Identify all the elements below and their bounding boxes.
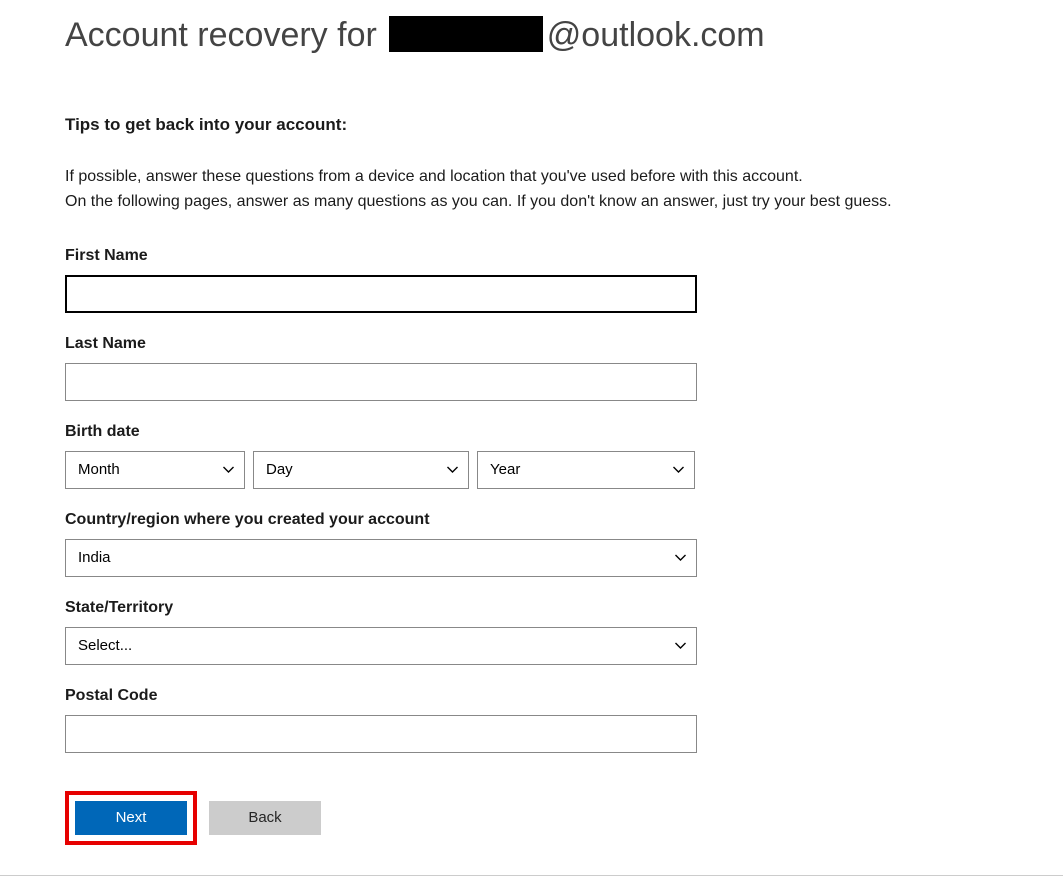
back-button[interactable]: Back (209, 801, 321, 835)
next-button[interactable]: Next (75, 801, 187, 835)
first-name-label: First Name (65, 247, 998, 265)
birth-month-select[interactable]: Month (65, 451, 245, 489)
state-select[interactable]: Select... (65, 627, 697, 665)
birth-date-label: Birth date (65, 423, 998, 441)
email-suffix: @outlook.com (547, 16, 765, 55)
country-select[interactable]: India (65, 539, 697, 577)
tips-line-2: On the following pages, answer as many q… (65, 193, 892, 210)
postal-code-input[interactable] (65, 715, 697, 753)
birth-year-select[interactable]: Year (477, 451, 695, 489)
country-label: Country/region where you created your ac… (65, 511, 998, 529)
last-name-label: Last Name (65, 335, 998, 353)
tips-line-1: If possible, answer these questions from… (65, 168, 803, 185)
redacted-email-user (389, 16, 543, 52)
title-prefix: Account recovery for (65, 16, 377, 55)
first-name-input[interactable] (65, 275, 697, 313)
page-title: Account recovery for @outlook.com (65, 10, 998, 55)
last-name-input[interactable] (65, 363, 697, 401)
tips-text: If possible, answer these questions from… (65, 165, 998, 215)
tips-heading: Tips to get back into your account: (65, 115, 998, 135)
postal-code-label: Postal Code (65, 687, 998, 705)
birth-day-select[interactable]: Day (253, 451, 469, 489)
state-label: State/Territory (65, 599, 998, 617)
next-button-highlight: Next (65, 791, 197, 845)
